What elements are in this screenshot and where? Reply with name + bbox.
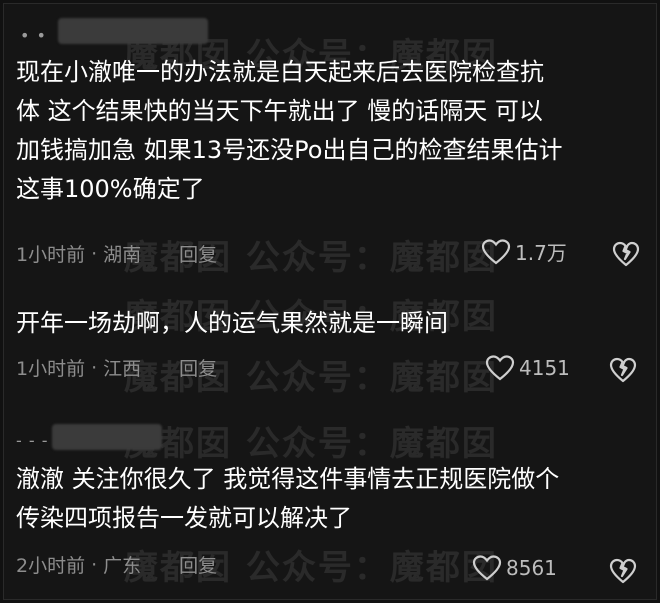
reply-button[interactable]: 回复	[179, 240, 217, 267]
avatar[interactable]	[52, 424, 162, 450]
broken-heart-icon	[612, 241, 640, 267]
comment-line: 现在小澈唯一的办法就是白天起来后去医院检查抗	[16, 58, 544, 86]
username-dots: - - -	[16, 431, 49, 450]
comment-location: 江西	[103, 358, 142, 380]
reply-button[interactable]: 回复	[179, 551, 217, 578]
heart-outline-icon	[472, 555, 502, 581]
like-button[interactable]: 1.7万	[481, 237, 567, 266]
comment-meta: 1小时前 · 江西 回复	[16, 354, 217, 381]
like-button[interactable]: 4151	[485, 354, 570, 382]
comment-time: 1小时前	[16, 358, 86, 380]
comment-text: 开年一场劫啊，人的运气果然就是一瞬间	[16, 304, 448, 343]
comment-meta: 1小时前 · 湖南 回复	[16, 240, 217, 267]
comment-line: 体 这个结果快的当天下午就出了 慢的话隔天 可以	[16, 97, 543, 125]
dislike-button[interactable]	[609, 356, 637, 388]
broken-heart-icon	[609, 558, 637, 584]
comment-time: 1小时前	[16, 244, 86, 266]
comment-time: 2小时前	[16, 555, 86, 577]
like-count: 1.7万	[515, 241, 567, 265]
like-button[interactable]: 8561	[472, 554, 557, 582]
heart-outline-icon	[481, 238, 511, 264]
meta-separator: ·	[91, 356, 98, 379]
username-dots: • •	[20, 26, 47, 45]
watermark: 魔都囡 公众号：魔都囡	[124, 424, 498, 464]
comment-meta: 2小时前 · 广东 回复	[16, 551, 217, 578]
comment-text: 澈澈 关注你很久了 我觉得这件事情去正规医院做个 传染四项报告一发就可以解决了	[16, 460, 559, 538]
comment-panel: 魔都囡 公众号：魔都囡 魔都囡 公众号：魔都囡 魔都囡 公众号：魔都囡 魔都囡 …	[3, 3, 657, 600]
comment-line: 加钱搞加急 如果13号还没Po出自己的检查结果估计	[16, 136, 563, 164]
comment-line: 传染四项报告一发就可以解决了	[16, 504, 352, 532]
like-count: 8561	[506, 556, 557, 580]
reply-button[interactable]: 回复	[179, 354, 217, 381]
meta-separator: ·	[91, 242, 98, 265]
dislike-button[interactable]	[612, 240, 640, 272]
comment-location: 广东	[103, 555, 142, 577]
like-count: 4151	[519, 356, 570, 380]
comment-text: 现在小澈唯一的办法就是白天起来后去医院检查抗 体 这个结果快的当天下午就出了 慢…	[16, 53, 562, 209]
comment-location: 湖南	[103, 244, 142, 266]
dislike-button[interactable]	[609, 557, 637, 589]
broken-heart-icon	[609, 357, 637, 383]
comment-line: 澈澈 关注你很久了 我觉得这件事情去正规医院做个	[16, 465, 560, 493]
meta-separator: ·	[91, 553, 98, 576]
heart-outline-icon	[485, 355, 515, 381]
comment-line: 这事100%确定了	[16, 175, 205, 203]
comment-line: 开年一场劫啊，人的运气果然就是一瞬间	[16, 309, 448, 337]
avatar[interactable]	[58, 18, 208, 44]
